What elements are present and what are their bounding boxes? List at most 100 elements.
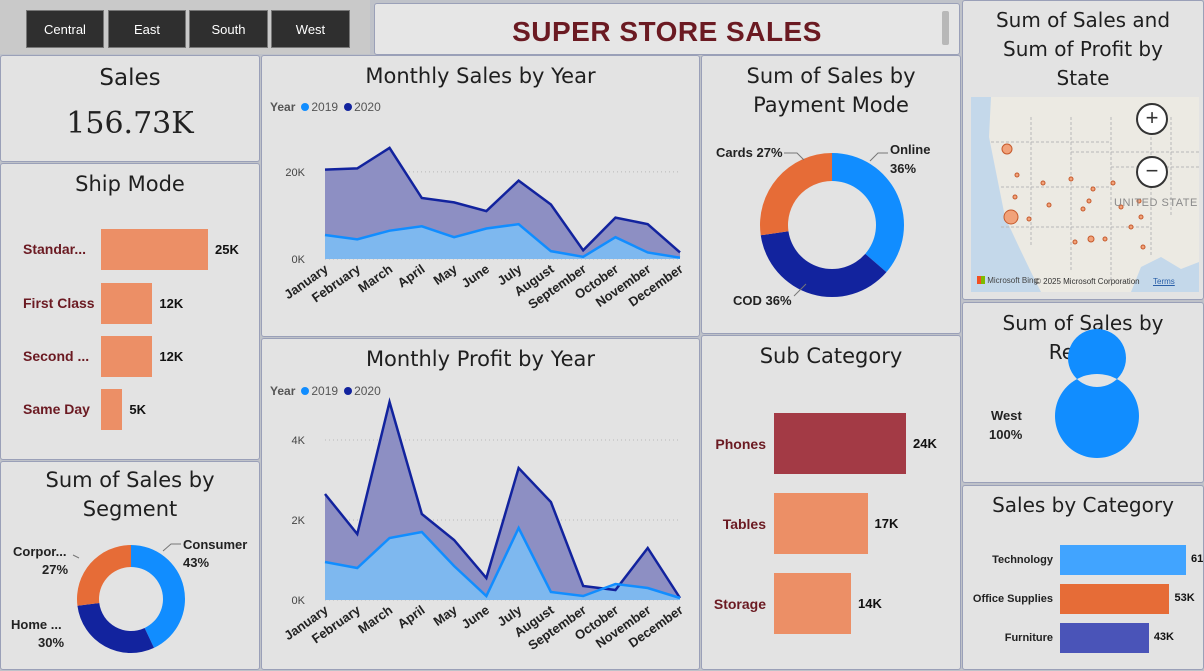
payment-label-cards-name: Cards — [716, 145, 753, 160]
region-donut — [1054, 329, 1139, 458]
sales-by-category-chart[interactable]: Sales by Category Technology 61K Office Su… — [962, 485, 1204, 670]
ship-mode-bar[interactable] — [101, 389, 123, 430]
map-bubble — [1110, 180, 1116, 186]
ship-mode-value: 25K — [215, 242, 239, 257]
category-title: Sales by Category — [992, 493, 1174, 517]
payment-label-online-pct: 36% — [890, 161, 917, 176]
slicer-central[interactable]: Central — [26, 10, 104, 48]
sales-ytick: 0K — [292, 254, 306, 266]
map-bubble — [1072, 239, 1078, 245]
category-bar[interactable] — [1060, 545, 1186, 575]
dashboard-title: SUPER STORE SALES — [512, 16, 822, 47]
payment-label-cod-pct: 36% — [765, 293, 792, 308]
profit-ytick: 2K — [292, 515, 306, 527]
slicer-west[interactable]: West — [271, 10, 350, 48]
region-slicer: Central East South West — [0, 0, 370, 54]
dashboard-header: SUPER STORE SALES — [374, 3, 960, 55]
map-bubble — [1140, 244, 1146, 250]
category-bar[interactable] — [1060, 584, 1170, 614]
state-map-card[interactable]: Sum of Sales and Sum of Profit by State … — [962, 0, 1204, 300]
payment-label-cod: COD 36% — [733, 293, 792, 308]
payment-leader-line — [784, 152, 805, 161]
segment-label-consumer-pct: 43% — [183, 555, 210, 570]
slicer-south[interactable]: South — [189, 10, 268, 48]
payment-slice — [760, 153, 832, 236]
profit-xtick: April — [395, 602, 428, 631]
sub-category-label: Phones — [715, 436, 766, 452]
profit-xtick: March — [355, 602, 395, 636]
map-bubble — [1012, 194, 1018, 200]
map-country-label: UNITED STATE — [1114, 197, 1198, 209]
ship-mode-bar[interactable] — [101, 229, 208, 270]
sales-xtick: April — [395, 261, 428, 290]
sub-category-value: 14K — [858, 596, 882, 611]
bing-logo — [977, 276, 985, 284]
map-bubble — [1068, 176, 1074, 182]
sub-category-label: Storage — [713, 596, 766, 612]
zoom-in-button[interactable]: + — [1136, 103, 1168, 135]
minus-icon: − — [1145, 158, 1159, 183]
monthly-profit-chart[interactable]: Monthly Profit by Year Year 2019 2020 4K 2K… — [261, 338, 700, 670]
ship-mode-label: First Class — [23, 295, 95, 311]
ship-mode-value: 12K — [159, 349, 184, 364]
segment-label-corporate-pct: 27% — [42, 562, 69, 577]
map-bubble — [1128, 224, 1134, 230]
segment-label-home-office-pct: 30% — [38, 635, 65, 650]
monthly-profit-plot: 4K2K0KJanuaryFebruaryMarch April MayJune Ju… — [281, 397, 686, 653]
map-terms-link[interactable]: Terms — [1153, 277, 1175, 286]
map-canvas[interactable]: UNITED STATE Microsoft Bing © 2025 Micro… — [971, 97, 1199, 292]
segment-slice — [77, 603, 154, 653]
map-bubble — [1014, 172, 1020, 178]
sub-category-chart[interactable]: Sub Category Phones 24K Tables 17K Storage 14… — [701, 335, 961, 670]
monthly-sales-plot: 20K0KJanuaryFebruaryMarch April MayJune Jul… — [281, 146, 686, 312]
map-bubble — [1090, 186, 1096, 192]
kpi-value: 156.73K — [66, 106, 194, 141]
map-bubble — [1003, 209, 1019, 225]
ship-mode-chart[interactable]: Ship Mode Standar... 25K First Class 12K Sec… — [0, 163, 260, 460]
sub-category-value: 24K — [913, 436, 937, 451]
region-label: West 100% — [989, 406, 1022, 444]
plus-icon: + — [1145, 105, 1159, 130]
header-scrollbar[interactable] — [942, 11, 949, 45]
zoom-out-button[interactable]: − — [1136, 156, 1168, 188]
map-bubble — [1040, 180, 1046, 186]
sales-xtick: March — [355, 261, 395, 295]
sales-kpi-card[interactable]: Sales 156.73K — [0, 55, 260, 162]
payment-label-cards: Cards 27% — [716, 145, 783, 160]
sales-ytick: 20K — [285, 167, 305, 179]
segment-donut-chart[interactable]: Sum of Sales by Segment Consumer 43% Home… — [0, 461, 260, 670]
segment-label-home-office: Home ... 30% — [11, 616, 64, 652]
region-label-pct: 100% — [989, 427, 1023, 442]
monthly-sales-chart[interactable]: Monthly Sales by Year Year 2019 2020 20K 0K… — [261, 55, 700, 337]
sub-category-bar[interactable] — [774, 573, 851, 634]
segment-label-consumer: Consumer 43% — [183, 536, 247, 572]
category-label: Office Supplies — [972, 593, 1053, 605]
segment-leader-line — [72, 554, 80, 559]
region-donut-chart[interactable]: Sum of Sales by Region West100% — [962, 302, 1204, 483]
sub-category-bar[interactable] — [774, 413, 906, 474]
ship-mode-bar[interactable] — [101, 283, 153, 324]
segment-label-corporate-name: Corpor... — [13, 544, 67, 559]
category-label: Furniture — [1004, 632, 1053, 644]
map-bubble — [1080, 206, 1086, 212]
sub-category-value: 17K — [874, 516, 899, 531]
map-bubble — [1026, 216, 1032, 222]
profit-ytick: 0K — [292, 595, 306, 607]
sales-xtick: May — [430, 261, 460, 288]
sub-category-bar[interactable] — [774, 493, 868, 554]
category-bar[interactable] — [1060, 623, 1149, 653]
map-attribution-text: Microsoft Bing — [987, 276, 1038, 285]
kpi-title: Sales — [99, 65, 161, 91]
payment-label-cod-name: COD — [733, 293, 762, 308]
slicer-east[interactable]: East — [108, 10, 186, 48]
profit-xtick: May — [430, 602, 460, 629]
ship-mode-label: Same Day — [23, 401, 90, 417]
segment-leader-line — [162, 543, 181, 552]
map-title: Sum of Sales and Sum of Profit by State — [995, 8, 1171, 90]
ship-mode-bar[interactable] — [101, 336, 153, 377]
payment-mode-donut-chart[interactable]: Sum of Sales by Payment Mode Online 36% C… — [701, 55, 961, 334]
map-bubble — [1138, 214, 1144, 220]
region-slice — [1054, 329, 1139, 458]
sub-category-label: Tables — [722, 516, 766, 532]
segment-label-consumer-name: Consumer — [183, 537, 248, 552]
